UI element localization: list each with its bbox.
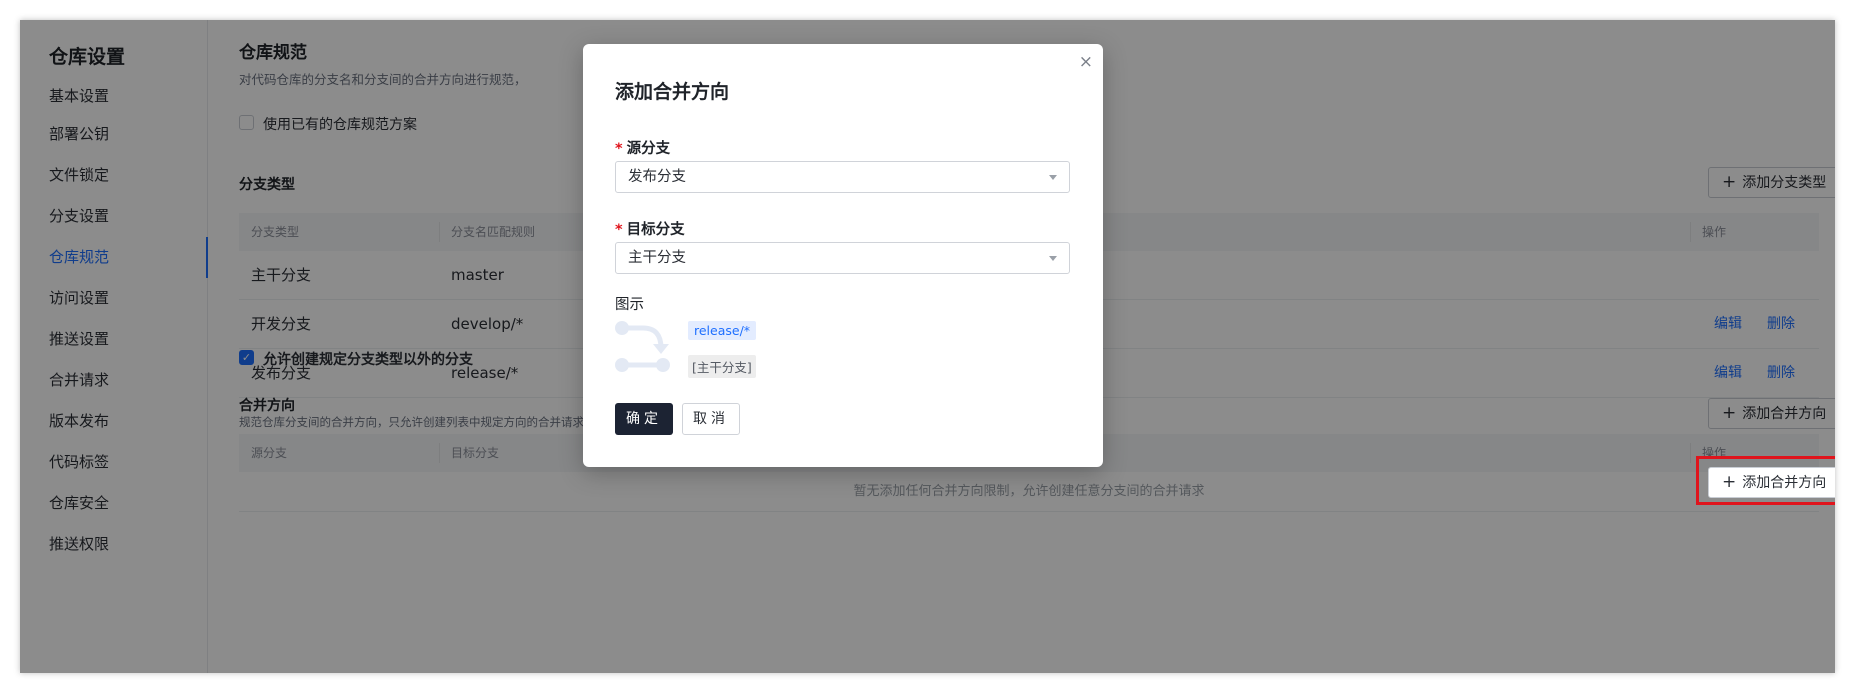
diagram-label: 图示 <box>615 297 644 313</box>
highlight-box <box>1696 456 1835 505</box>
diagram-target-tag: [主干分支] <box>688 355 756 378</box>
close-icon[interactable]: × <box>1079 52 1093 72</box>
target-branch-value: 主干分支 <box>628 250 686 266</box>
confirm-button[interactable]: 确定 <box>615 403 673 435</box>
target-branch-select[interactable]: 主干分支 <box>615 242 1070 274</box>
source-branch-label-text: 源分支 <box>626 141 671 157</box>
diagram-source-tag: release/* <box>688 321 757 340</box>
source-branch-label: * 源分支 <box>615 137 670 158</box>
source-branch-select[interactable]: 发布分支 <box>615 161 1070 193</box>
cancel-button[interactable]: 取消 <box>682 403 740 435</box>
required-mark: * <box>615 141 623 157</box>
merge-arrow-icon <box>615 321 670 372</box>
required-mark: * <box>615 222 623 238</box>
source-branch-value: 发布分支 <box>628 169 686 185</box>
target-branch-label-text: 目标分支 <box>626 222 685 238</box>
dialog-title: 添加合并方向 <box>615 81 730 103</box>
target-branch-label: * 目标分支 <box>615 218 685 239</box>
chevron-down-icon <box>1049 256 1057 261</box>
app-window: 仓库设置 基本设置 部署公钥 文件锁定 分支设置 仓库规范 访问设置 推送设置 … <box>20 20 1835 673</box>
add-merge-direction-dialog: × 添加合并方向 * 源分支 发布分支 * 目标分支 主干分支 图示 release… <box>583 44 1103 467</box>
chevron-down-icon <box>1049 175 1057 180</box>
